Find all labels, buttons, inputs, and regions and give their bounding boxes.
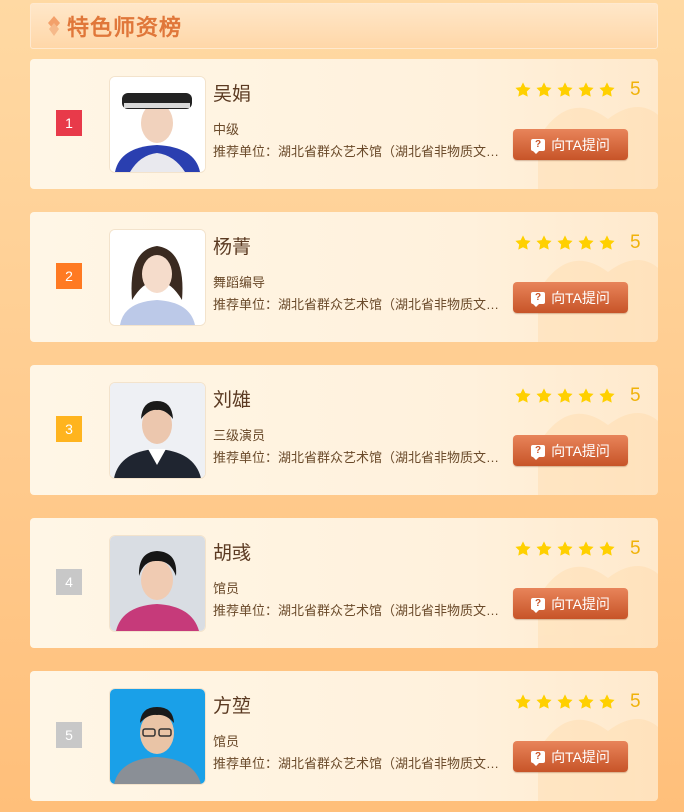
teacher-card[interactable]: 5 方堃 馆员 推荐单位：湖北省群众艺术馆（湖北省非物质文化遗产保护中心） 5 … [30, 671, 658, 801]
ask-question-button[interactable]: ? 向TA提问 [513, 435, 628, 466]
rank-badge: 2 [56, 263, 82, 289]
ranking-header: 特色师资榜 [30, 3, 658, 49]
ask-button-label: 向TA提问 [551, 136, 610, 153]
star-icon [557, 388, 573, 403]
teacher-name: 胡彧 [213, 543, 252, 564]
star-icon [536, 82, 552, 97]
teacher-org: 推荐单位：湖北省群众艺术馆（湖北省非物质文化遗产保护中心） [213, 297, 505, 312]
teacher-org: 推荐单位：湖北省群众艺术馆（湖北省非物质文化遗产保护中心） [213, 144, 505, 159]
star-rating [514, 693, 619, 711]
teacher-card[interactable]: 4 胡彧 馆员 推荐单位：湖北省群众艺术馆（湖北省非物质文化遗产保护中心） 5 … [30, 518, 658, 648]
question-bubble-icon: ? [531, 138, 546, 154]
star-icon [515, 541, 531, 556]
rank-badge: 5 [56, 722, 82, 748]
ask-question-button[interactable]: ? 向TA提问 [513, 588, 628, 619]
star-icon [515, 235, 531, 250]
ask-button-label: 向TA提问 [551, 442, 610, 459]
ask-question-button[interactable]: ? 向TA提问 [513, 129, 628, 160]
rank-badge: 1 [56, 110, 82, 136]
star-icon [515, 388, 531, 403]
ask-question-button[interactable]: ? 向TA提问 [513, 282, 628, 313]
teacher-level: 中级 [213, 122, 240, 137]
teacher-name: 方堃 [213, 696, 252, 717]
star-icon [536, 388, 552, 403]
star-icon [557, 694, 573, 709]
rating-score: 5 [630, 691, 641, 712]
star-rating [514, 387, 619, 405]
star-icon [536, 541, 552, 556]
star-icon [578, 694, 594, 709]
teacher-org: 推荐单位：湖北省群众艺术馆（湖北省非物质文化遗产保护中心） [213, 450, 505, 465]
teacher-org: 推荐单位：湖北省群众艺术馆（湖北省非物质文化遗产保护中心） [213, 603, 505, 618]
star-icon [557, 541, 573, 556]
star-rating [514, 81, 619, 99]
star-rating [514, 540, 619, 558]
teacher-level: 三级演员 [213, 428, 266, 443]
teacher-level: 馆员 [213, 734, 240, 749]
question-bubble-icon: ? [531, 291, 546, 307]
rating-score: 5 [630, 232, 641, 253]
star-icon [578, 235, 594, 250]
star-icon [536, 694, 552, 709]
star-icon [578, 541, 594, 556]
teacher-name: 吴娟 [213, 84, 252, 105]
rating-score: 5 [630, 79, 641, 100]
rank-badge: 4 [56, 569, 82, 595]
avatar [109, 688, 206, 785]
star-icon [599, 541, 615, 556]
star-icon [515, 694, 531, 709]
star-icon [599, 82, 615, 97]
avatar [109, 76, 206, 173]
teacher-card[interactable]: 3 刘雄 三级演员 推荐单位：湖北省群众艺术馆（湖北省非物质文化遗产保护中心） … [30, 365, 658, 495]
star-icon [578, 82, 594, 97]
star-icon [536, 235, 552, 250]
star-icon [599, 694, 615, 709]
ask-question-button[interactable]: ? 向TA提问 [513, 741, 628, 772]
avatar [109, 382, 206, 479]
rating-score: 5 [630, 385, 641, 406]
rank-badge: 3 [56, 416, 82, 442]
diamond-icon [47, 15, 61, 37]
star-icon [515, 82, 531, 97]
teacher-name: 杨菁 [213, 237, 252, 258]
question-bubble-icon: ? [531, 750, 546, 766]
star-icon [599, 235, 615, 250]
ask-button-label: 向TA提问 [551, 748, 610, 765]
star-icon [578, 388, 594, 403]
ask-button-label: 向TA提问 [551, 595, 610, 612]
page-title: 特色师资榜 [67, 15, 183, 40]
rating-score: 5 [630, 538, 641, 559]
teacher-level: 舞蹈编导 [213, 275, 266, 290]
question-bubble-icon: ? [531, 444, 546, 460]
avatar [109, 535, 206, 632]
teacher-card[interactable]: 2 杨菁 舞蹈编导 推荐单位：湖北省群众艺术馆（湖北省非物质文化遗产保护中心） … [30, 212, 658, 342]
teacher-org: 推荐单位：湖北省群众艺术馆（湖北省非物质文化遗产保护中心） [213, 756, 505, 771]
star-icon [599, 388, 615, 403]
ask-button-label: 向TA提问 [551, 289, 610, 306]
star-rating [514, 234, 619, 252]
teacher-name: 刘雄 [213, 390, 252, 411]
question-bubble-icon: ? [531, 597, 546, 613]
star-icon [557, 235, 573, 250]
avatar [109, 229, 206, 326]
star-icon [557, 82, 573, 97]
teacher-card[interactable]: 1 吴娟 中级 推荐单位：湖北省群众艺术馆（湖北省非物质文化遗产保护中心） 5 … [30, 59, 658, 189]
teacher-level: 馆员 [213, 581, 240, 596]
